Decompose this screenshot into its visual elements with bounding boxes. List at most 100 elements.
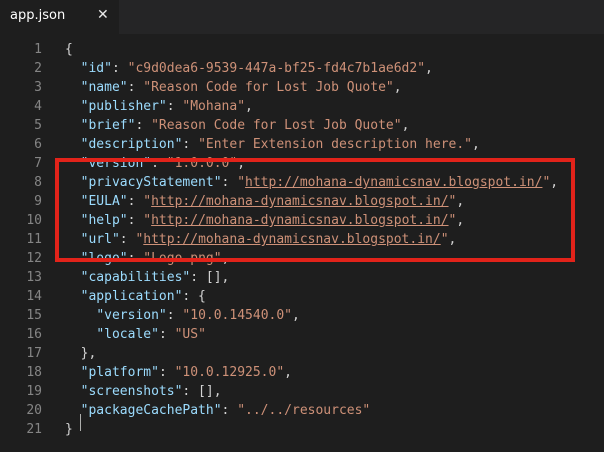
code-line[interactable]: 2 "id": "c9d0dea6-9539-447a-bf25-fd4c7b1… (0, 59, 604, 78)
json-punctuation: { (65, 42, 73, 57)
json-punctuation: , (284, 365, 292, 380)
json-punctuation: , (456, 213, 465, 228)
json-punctuation (65, 327, 96, 342)
code-text[interactable]: "name": "Reason Code for Lost Job Quote"… (65, 78, 402, 97)
code-text[interactable]: "packageCachePath": "../../resources" (65, 401, 371, 420)
json-key: "privacyStatement" (80, 175, 222, 190)
code-line[interactable]: 15 "version": "10.0.14540.0", (0, 306, 604, 325)
json-string: " (143, 213, 152, 228)
code-line[interactable]: 11 "url": "http://mohana-dynamicsnav.blo… (0, 230, 604, 249)
line-number: 7 (34, 156, 42, 171)
line-number: 5 (34, 118, 42, 133)
tab-app-json[interactable]: app.json ✕ (0, 0, 119, 34)
json-string: "../../resources" (237, 403, 371, 418)
code-line[interactable]: 19 "screenshots": [], (0, 382, 604, 401)
json-punctuation: : (166, 99, 183, 114)
json-string: "10.0.14540.0" (182, 308, 292, 323)
line-number: 13 (26, 270, 42, 285)
code-line[interactable]: 14 "application": { (0, 287, 604, 306)
code-line[interactable]: 4 "publisher": "Mohana", (0, 97, 604, 116)
json-key: "screenshots" (80, 384, 183, 399)
json-url-link[interactable]: http://mohana-dynamicsnav.blogspot.in/ (245, 175, 542, 190)
json-punctuation (65, 61, 81, 76)
code-text[interactable]: "privacyStatement": "http://mohana-dynam… (65, 173, 558, 192)
json-string: "Mohana" (182, 99, 246, 114)
code-text[interactable]: "logo": "Logo.png", (65, 249, 230, 268)
json-punctuation (65, 289, 81, 304)
json-punctuation: , (221, 251, 230, 266)
code-text[interactable]: "description": "Enter Extension descript… (65, 135, 480, 154)
json-punctuation (65, 251, 81, 266)
code-text[interactable]: "help": "http://mohana-dynamicsnav.blogs… (65, 211, 465, 230)
json-punctuation: , (456, 194, 465, 209)
code-text[interactable]: "EULA": "http://mohana-dynamicsnav.blogs… (65, 192, 465, 211)
json-url-link[interactable]: http://mohana-dynamicsnav.blogspot.in/ (143, 232, 440, 247)
json-key: "version" (80, 156, 152, 171)
code-line[interactable]: 12 "logo": "Logo.png", (0, 249, 604, 268)
json-url-link[interactable]: http://mohana-dynamicsnav.blogspot.in/ (151, 213, 448, 228)
code-text[interactable]: "url": "http://mohana-dynamicsnav.blogsp… (65, 230, 457, 249)
json-punctuation: : (127, 213, 144, 228)
code-editor[interactable]: 1{2 "id": "c9d0dea6-9539-447a-bf25-fd4c7… (0, 34, 604, 452)
json-key: "url" (80, 232, 120, 247)
json-string: " (237, 175, 246, 190)
json-key: "application" (80, 289, 183, 304)
json-punctuation: : (158, 365, 175, 380)
code-text[interactable]: "capabilities": [], (65, 268, 230, 287)
json-punctuation: : (119, 232, 136, 247)
code-text[interactable]: "platform": "10.0.12925.0", (65, 363, 292, 382)
json-punctuation: , (425, 61, 433, 76)
code-text[interactable]: } (65, 420, 73, 439)
code-text[interactable]: "version": "1.0.0.0", (65, 154, 245, 173)
code-line[interactable]: 8 "privacyStatement": "http://mohana-dyn… (0, 173, 604, 192)
code-text[interactable]: { (65, 40, 73, 59)
code-line[interactable]: 5 "brief": "Reason Code for Lost Job Quo… (0, 116, 604, 135)
code-text[interactable]: }, (65, 344, 97, 363)
code-line[interactable]: 9 "EULA": "http://mohana-dynamicsnav.blo… (0, 192, 604, 211)
json-punctuation (65, 308, 96, 323)
code-line[interactable]: 21} (0, 420, 604, 439)
tab-title: app.json (10, 8, 66, 23)
json-punctuation: : (127, 194, 144, 209)
line-number: 20 (26, 403, 42, 418)
code-line[interactable]: 18 "platform": "10.0.12925.0", (0, 363, 604, 382)
json-url-link[interactable]: http://mohana-dynamicsnav.blogspot.in/ (151, 194, 448, 209)
code-text[interactable]: "version": "10.0.14540.0", (65, 306, 300, 325)
code-text[interactable]: "screenshots": [], (65, 382, 222, 401)
code-text[interactable]: "publisher": "Mohana", (65, 97, 253, 116)
json-key: "version" (96, 308, 167, 323)
code-line[interactable]: 16 "locale": "US" (0, 325, 604, 344)
line-number: 8 (34, 175, 42, 190)
code-line[interactable]: 13 "capabilities": [], (0, 268, 604, 287)
json-string: "c9d0dea6-9539-447a-bf25-fd4c7b1ae6d2" (127, 61, 426, 76)
code-line[interactable]: 17 }, (0, 344, 604, 363)
code-text[interactable]: "application": { (65, 287, 206, 306)
code-line[interactable]: 7 "version": "1.0.0.0", (0, 154, 604, 173)
code-line[interactable]: 3 "name": "Reason Code for Lost Job Quot… (0, 78, 604, 97)
json-punctuation: , (472, 137, 480, 152)
json-punctuation: : [], (190, 270, 230, 285)
code-line[interactable]: 6 "description": "Enter Extension descri… (0, 135, 604, 154)
json-string: "Reason Code for Lost Job Quote" (151, 118, 402, 133)
json-punctuation: , (448, 232, 457, 247)
json-punctuation (65, 270, 81, 285)
json-punctuation: , (237, 156, 246, 171)
code-line[interactable]: 10 "help": "http://mohana-dynamicsnav.bl… (0, 211, 604, 230)
line-number: 10 (26, 213, 42, 228)
code-text[interactable]: "id": "c9d0dea6-9539-447a-bf25-fd4c7b1ae… (65, 59, 433, 78)
json-punctuation (65, 99, 81, 114)
line-number: 6 (34, 137, 42, 152)
json-punctuation: : (127, 80, 144, 95)
code-text[interactable]: "brief": "Reason Code for Lost Job Quote… (65, 116, 410, 135)
code-line[interactable]: 1{ (0, 40, 604, 59)
line-number: 18 (26, 365, 42, 380)
json-punctuation: : (182, 137, 199, 152)
code-text[interactable]: "locale": "US" (65, 325, 206, 344)
json-key: "EULA" (80, 194, 128, 209)
json-key: "id" (80, 61, 112, 76)
json-string: "1.0.0.0" (166, 156, 238, 171)
code-line[interactable]: 20 "packageCachePath": "../../resources" (0, 401, 604, 420)
line-number: 4 (34, 99, 42, 114)
json-punctuation: , (393, 80, 402, 95)
close-icon[interactable]: ✕ (97, 7, 109, 23)
